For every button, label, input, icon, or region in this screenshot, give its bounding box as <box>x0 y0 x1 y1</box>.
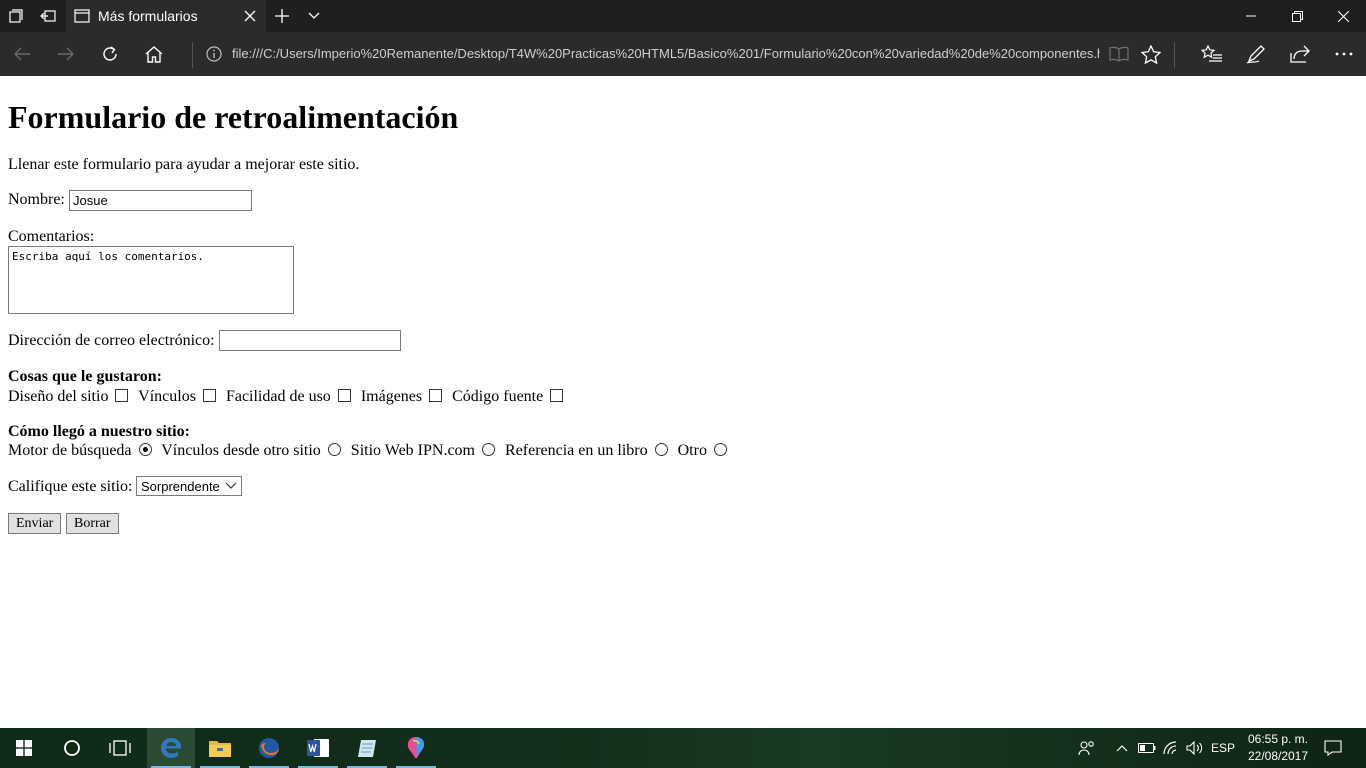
action-center-icon[interactable] <box>1320 728 1346 768</box>
radio-label: Sitio Web IPN.com <box>350 442 475 459</box>
set-tabs-aside-icon[interactable] <box>32 0 64 32</box>
source-heading: Cómo llegó a nuestro sitio: <box>8 423 190 440</box>
paint-3d-icon[interactable] <box>392 728 440 768</box>
chevron-down-icon <box>225 477 237 498</box>
back-icon[interactable] <box>0 32 44 76</box>
checkbox-label: Facilidad de uso <box>225 388 331 405</box>
radio-label: Motor de búsqueda <box>8 442 132 459</box>
radio-links-other-site[interactable] <box>327 443 341 456</box>
show-hidden-icons-chevron-icon[interactable] <box>1112 728 1132 768</box>
likes-heading: Cosas que le gustaron: <box>8 368 162 385</box>
taskbar: ESP 06:55 p. m. 22/08/2017 <box>0 728 1366 768</box>
site-info-icon[interactable] <box>192 32 236 76</box>
new-tab-icon[interactable] <box>266 0 298 32</box>
volume-icon[interactable] <box>1184 728 1206 768</box>
task-view-icon[interactable] <box>96 728 144 768</box>
tabs-aside-icon[interactable] <box>0 0 32 32</box>
start-icon[interactable] <box>0 728 48 768</box>
clock[interactable]: 06:55 p. m. 22/08/2017 <box>1238 731 1318 765</box>
radio-label: Vínculos desde otro sitio <box>161 442 321 459</box>
checkbox-source-code[interactable] <box>550 389 564 402</box>
radio-ipn-site[interactable] <box>482 443 495 456</box>
checkbox-links[interactable] <box>202 389 216 402</box>
share-icon[interactable] <box>1278 32 1322 76</box>
forward-icon[interactable] <box>44 32 88 76</box>
source-radio-group: Motor de búsqueda Vínculos desde otro si… <box>8 442 733 460</box>
clock-time: 06:55 p. m. <box>1247 732 1309 746</box>
refresh-icon[interactable] <box>88 32 132 76</box>
comments-label: Comentarios: <box>8 228 95 245</box>
tab-active[interactable]: Más formularios <box>66 0 266 32</box>
rating-select[interactable]: Sorprendente <box>136 476 242 496</box>
radio-book-reference[interactable] <box>654 443 668 456</box>
address-bar[interactable]: file:///C:/Users/Imperio%20Remanente/Des… <box>232 46 1100 64</box>
firefox-icon[interactable] <box>245 728 293 768</box>
tab-title: Más formularios <box>98 8 198 24</box>
minimize-icon[interactable] <box>1228 0 1274 32</box>
submit-button[interactable]: Enviar <box>8 513 62 534</box>
web-note-icon[interactable] <box>1234 32 1278 76</box>
tab-bar: Más formularios <box>0 0 1366 32</box>
word-icon[interactable] <box>294 728 342 768</box>
wifi-icon[interactable] <box>1160 728 1184 768</box>
page-title: Formulario de retroalimentación <box>8 99 459 135</box>
input-language[interactable]: ESP <box>1208 728 1238 768</box>
notepad-icon[interactable] <box>343 728 391 768</box>
file-explorer-icon[interactable] <box>196 728 244 768</box>
favorite-star-icon[interactable] <box>1129 32 1173 76</box>
checkbox-label: Código fuente <box>452 388 544 405</box>
restore-icon[interactable] <box>1274 0 1320 32</box>
radio-search-engine[interactable] <box>138 443 152 456</box>
checkbox-label: Diseño del sitio <box>8 388 109 405</box>
clock-date: 22/08/2017 <box>1247 749 1309 763</box>
comments-textarea[interactable]: Escriba aquí los comentarios. <box>8 246 294 314</box>
tab-close-icon[interactable] <box>240 6 260 26</box>
name-label: Nombre: <box>8 191 65 208</box>
tab-preview-chevron-icon[interactable] <box>298 0 330 32</box>
page-content: Formulario de retroalimentación Llenar e… <box>8 76 1358 534</box>
close-window-icon[interactable] <box>1320 0 1366 32</box>
checkbox-ease-of-use[interactable] <box>337 389 351 402</box>
favorites-hub-icon[interactable] <box>1190 32 1234 76</box>
radio-other[interactable] <box>713 443 727 456</box>
reset-button[interactable]: Borrar <box>66 513 119 534</box>
page-icon <box>74 9 90 23</box>
name-input[interactable] <box>69 190 252 211</box>
intro-text: Llenar este formulario para ayudar a mej… <box>8 156 360 173</box>
navigation-bar: file:///C:/Users/Imperio%20Remanente/Des… <box>0 32 1366 76</box>
people-icon[interactable] <box>1074 728 1100 768</box>
rating-label: Califique este sitio: <box>8 478 133 495</box>
checkbox-label: Imágenes <box>360 388 423 405</box>
home-icon[interactable] <box>132 32 176 76</box>
cortana-icon[interactable] <box>48 728 96 768</box>
likes-checkbox-group: Diseño del sitio Vínculos Facilidad de u… <box>8 388 569 406</box>
email-input[interactable] <box>219 330 401 351</box>
more-options-icon[interactable] <box>1322 32 1366 76</box>
radio-label: Referencia en un libro <box>505 442 648 459</box>
edge-icon[interactable] <box>147 728 195 768</box>
checkbox-images[interactable] <box>429 389 443 402</box>
separator <box>1174 42 1175 68</box>
battery-icon[interactable] <box>1136 728 1158 768</box>
rating-selected-value: Sorprendente <box>141 479 220 494</box>
email-label: Dirección de correo electrónico: <box>8 332 215 349</box>
checkbox-site-design[interactable] <box>115 389 129 402</box>
checkbox-label: Vínculos <box>138 388 196 405</box>
radio-label: Otro <box>677 442 707 459</box>
